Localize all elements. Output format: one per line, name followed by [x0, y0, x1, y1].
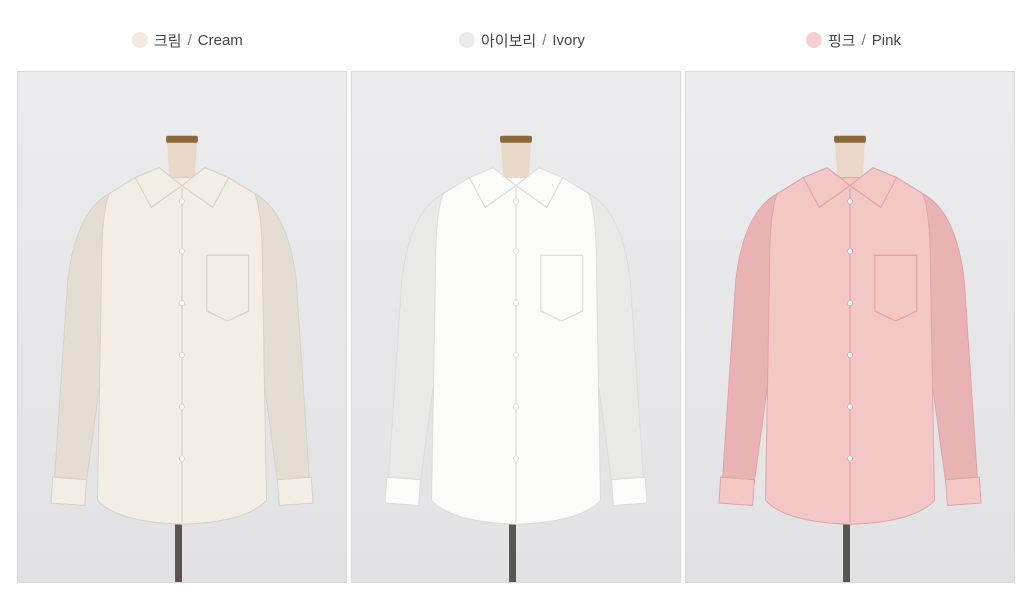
right-cuff — [945, 476, 982, 506]
separator: / — [861, 31, 866, 49]
ivory-swatch-icon — [459, 32, 475, 48]
separator: / — [542, 31, 547, 49]
shirt-button — [847, 403, 853, 410]
color-name-ko: 핑크 — [828, 32, 856, 50]
product-photo-grid — [17, 71, 1015, 583]
color-name-en: Pink — [871, 31, 901, 49]
color-name-en: Ivory — [552, 31, 585, 49]
shirt-button — [513, 351, 519, 358]
color-option-pink[interactable]: 핑크 / Pink — [806, 29, 901, 51]
color-labels: 크림 / Cream 아이보리 / Ivory 핑크 / Pink — [0, 0, 1032, 70]
mannequin-neck — [501, 137, 531, 181]
shirt-button — [847, 351, 853, 358]
shirt-button — [847, 300, 853, 307]
shirt-button — [847, 198, 853, 205]
shirt-button — [513, 248, 519, 255]
color-name-ko: 아이보리 — [481, 32, 537, 50]
shirt-illustration — [50, 135, 314, 582]
left-cuff — [718, 476, 755, 506]
cream-swatch-icon — [132, 32, 148, 48]
shirt-button — [179, 198, 185, 205]
shirt-button — [179, 248, 185, 255]
shirt-illustration — [384, 135, 648, 582]
separator: / — [187, 31, 192, 49]
right-cuff — [277, 476, 314, 506]
product-photo-ivory[interactable] — [351, 71, 681, 583]
mannequin-cap — [166, 135, 198, 143]
product-photo-cream[interactable] — [17, 71, 347, 583]
mannequin-cap — [500, 135, 532, 143]
pink-swatch-icon — [806, 32, 822, 48]
right-cuff — [611, 476, 648, 506]
mannequin-neck — [167, 137, 197, 181]
shirt-button — [179, 351, 185, 358]
shirt-button — [179, 403, 185, 410]
shirt-button — [847, 455, 853, 462]
left-cuff — [384, 476, 421, 506]
color-option-ivory[interactable]: 아이보리 / Ivory — [459, 29, 585, 51]
shirt-button — [179, 300, 185, 307]
shirt-button — [847, 248, 853, 255]
shirt-button — [513, 403, 519, 410]
mannequin-neck — [835, 137, 865, 181]
shirt-illustration — [718, 135, 982, 582]
shirt-button — [513, 300, 519, 307]
shirt-button — [513, 455, 519, 462]
color-name-ko: 크림 — [154, 32, 182, 50]
left-cuff — [50, 476, 87, 506]
color-option-cream[interactable]: 크림 / Cream — [132, 29, 243, 51]
shirt-button — [513, 198, 519, 205]
product-photo-pink[interactable] — [685, 71, 1015, 583]
color-name-en: Cream — [197, 31, 243, 49]
mannequin-cap — [834, 135, 866, 143]
shirt-button — [179, 455, 185, 462]
